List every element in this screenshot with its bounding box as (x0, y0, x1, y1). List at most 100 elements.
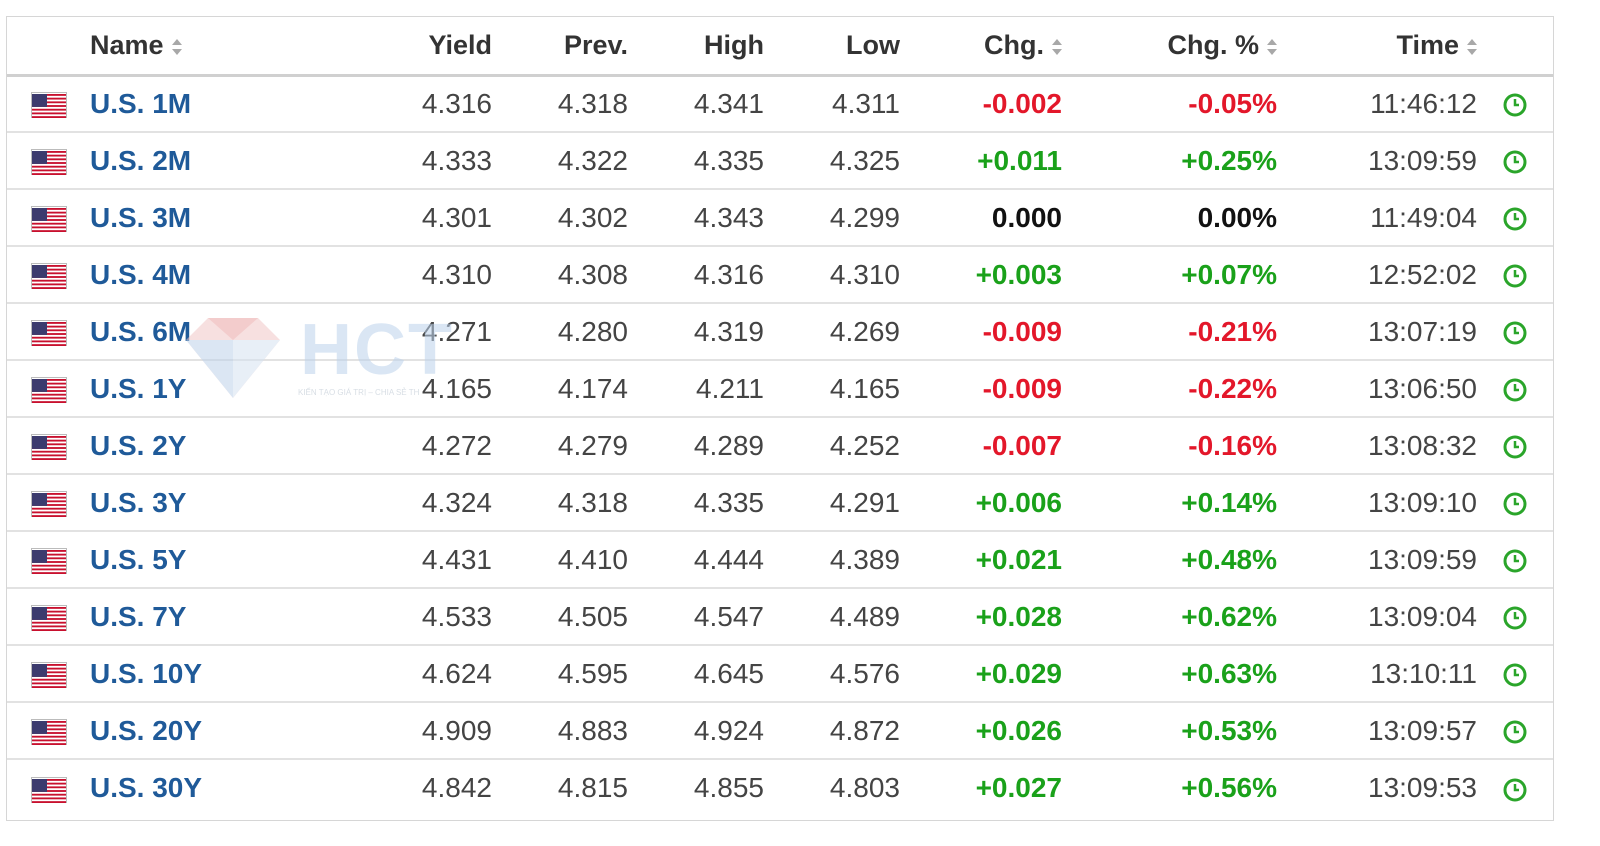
table-row[interactable]: U.S. 3M 4.301 4.302 4.343 4.299 0.000 0.00% 11:… (7, 189, 1553, 246)
instrument-name-link[interactable]: U.S. 4M (90, 259, 191, 290)
instrument-name-link[interactable]: U.S. 10Y (90, 658, 202, 689)
header-yield: Yield (340, 17, 492, 75)
instrument-name-link[interactable]: U.S. 2M (90, 145, 191, 176)
sort-icon[interactable] (1052, 38, 1062, 56)
instrument-name-link[interactable]: U.S. 6M (90, 316, 191, 347)
yield-value: 4.333 (421, 144, 492, 176)
high-value: 4.211 (696, 372, 764, 404)
table-row[interactable]: U.S. 2Y 4.272 4.279 4.289 4.252 -0.007 -0.16% 1… (7, 417, 1553, 474)
name-cell: U.S. 20Y (90, 702, 340, 759)
sort-icon[interactable] (171, 38, 182, 56)
header-time[interactable]: Time (1277, 17, 1477, 75)
name-cell: U.S. 10Y (90, 645, 340, 702)
prev-value: 4.505 (557, 600, 628, 632)
instrument-name-link[interactable]: U.S. 3M (90, 202, 191, 233)
yield-value-cell: 4.842 (340, 759, 492, 816)
change-value: -0.009 (982, 315, 1062, 347)
instrument-name-link[interactable]: U.S. 20Y (90, 715, 202, 746)
table-row[interactable]: U.S. 5Y 4.431 4.410 4.444 4.389 +0.021 +0.48% 1… (7, 531, 1553, 588)
chg-cell: -0.007 (900, 417, 1062, 474)
clock-icon[interactable] (1502, 662, 1528, 688)
clock-icon[interactable] (1502, 149, 1528, 175)
high-value: 4.335 (693, 144, 764, 176)
prev-value-cell: 4.505 (492, 588, 628, 645)
table-row[interactable]: U.S. 6M 4.271 4.280 4.319 4.269 -0.009 -0.21% 1… (7, 303, 1553, 360)
name-cell: U.S. 3Y (90, 474, 340, 531)
name-cell: U.S. 2M (90, 132, 340, 189)
header-high-label: High (704, 29, 764, 60)
chg-pct-cell: +0.56% (1062, 759, 1277, 816)
header-chg-pct[interactable]: Chg. % (1062, 17, 1277, 75)
prev-value: 4.279 (557, 429, 628, 461)
clock-icon[interactable] (1502, 92, 1528, 118)
table-row[interactable]: U.S. 10Y 4.624 4.595 4.645 4.576 +0.029 +0.63%… (7, 645, 1553, 702)
clock-icon[interactable] (1502, 320, 1528, 346)
chg-cell: +0.029 (900, 645, 1062, 702)
time-value: 13:07:19 (1368, 315, 1477, 347)
change-percent-value: -0.05% (1188, 87, 1277, 119)
prev-value-cell: 4.308 (492, 246, 628, 303)
clock-icon[interactable] (1502, 548, 1528, 574)
high-value-cell: 4.547 (628, 588, 764, 645)
yield-value: 4.165 (421, 372, 492, 404)
instrument-name-link[interactable]: U.S. 1Y (90, 373, 186, 404)
header-name-label: Name (90, 29, 164, 60)
flag-cell (7, 246, 90, 303)
table-row[interactable]: U.S. 20Y 4.909 4.883 4.924 4.872 +0.026 +0.53%… (7, 702, 1553, 759)
us-flag-icon (31, 492, 66, 518)
header-chg[interactable]: Chg. (900, 17, 1062, 75)
sort-icon[interactable] (1467, 38, 1477, 56)
name-cell: U.S. 1M (90, 75, 340, 132)
instrument-name-link[interactable]: U.S. 5Y (90, 544, 186, 575)
flag-cell (7, 75, 90, 132)
table-row[interactable]: U.S. 4M 4.310 4.308 4.316 4.310 +0.003 +0.07% 1… (7, 246, 1553, 303)
yield-value: 4.909 (421, 714, 492, 746)
table-row[interactable]: U.S. 3Y 4.324 4.318 4.335 4.291 +0.006 +0.14% 1… (7, 474, 1553, 531)
clock-icon[interactable] (1502, 434, 1528, 460)
table-row[interactable]: U.S. 30Y 4.842 4.815 4.855 4.803 +0.027 +0.56%… (7, 759, 1553, 816)
table-row[interactable]: U.S. 7Y 4.533 4.505 4.547 4.489 +0.028 +0.62% 1… (7, 588, 1553, 645)
instrument-name-link[interactable]: U.S. 1M (90, 88, 191, 119)
clock-cell (1477, 531, 1553, 588)
table-row[interactable]: U.S. 1Y 4.165 4.174 4.211 4.165 -0.009 -0.22% 1… (7, 360, 1553, 417)
name-cell: U.S. 2Y (90, 417, 340, 474)
time-value: 12:52:02 (1368, 258, 1477, 290)
low-value: 4.576 (829, 657, 900, 689)
change-value: +0.011 (977, 144, 1062, 176)
low-value-cell: 4.803 (764, 759, 900, 816)
time-value: 13:08:32 (1368, 429, 1477, 461)
flag-cell (7, 360, 90, 417)
clock-icon[interactable] (1502, 206, 1528, 232)
clock-icon[interactable] (1502, 777, 1528, 803)
yield-value: 4.316 (421, 87, 492, 119)
low-value-cell: 4.165 (764, 360, 900, 417)
clock-cell (1477, 246, 1553, 303)
low-value: 4.299 (829, 201, 900, 233)
name-cell: U.S. 7Y (90, 588, 340, 645)
time-cell: 13:09:10 (1277, 474, 1477, 531)
instrument-name-link[interactable]: U.S. 3Y (90, 487, 186, 518)
instrument-name-link[interactable]: U.S. 30Y (90, 772, 202, 803)
clock-icon[interactable] (1502, 491, 1528, 517)
flag-cell (7, 645, 90, 702)
time-value: 13:09:04 (1368, 600, 1477, 632)
clock-cell (1477, 132, 1553, 189)
prev-value-cell: 4.318 (492, 75, 628, 132)
instrument-name-link[interactable]: U.S. 2Y (90, 430, 186, 461)
low-value-cell: 4.310 (764, 246, 900, 303)
table-row[interactable]: U.S. 1M 4.316 4.318 4.341 4.311 -0.002 -0.05% 1… (7, 75, 1553, 132)
clock-icon[interactable] (1502, 719, 1528, 745)
time-value: 13:10:11 (1370, 657, 1477, 689)
instrument-name-link[interactable]: U.S. 7Y (90, 601, 186, 632)
change-value: +0.003 (975, 258, 1062, 290)
low-value: 4.165 (829, 372, 900, 404)
header-name[interactable]: Name (90, 17, 340, 75)
table-row[interactable]: U.S. 2M 4.333 4.322 4.335 4.325 +0.011 +0.25% 1… (7, 132, 1553, 189)
sort-icon[interactable] (1267, 38, 1277, 56)
clock-icon[interactable] (1502, 263, 1528, 289)
prev-value: 4.410 (557, 543, 628, 575)
clock-icon[interactable] (1502, 377, 1528, 403)
change-value: +0.026 (975, 714, 1062, 746)
time-value: 13:09:59 (1368, 543, 1477, 575)
clock-icon[interactable] (1502, 605, 1528, 631)
